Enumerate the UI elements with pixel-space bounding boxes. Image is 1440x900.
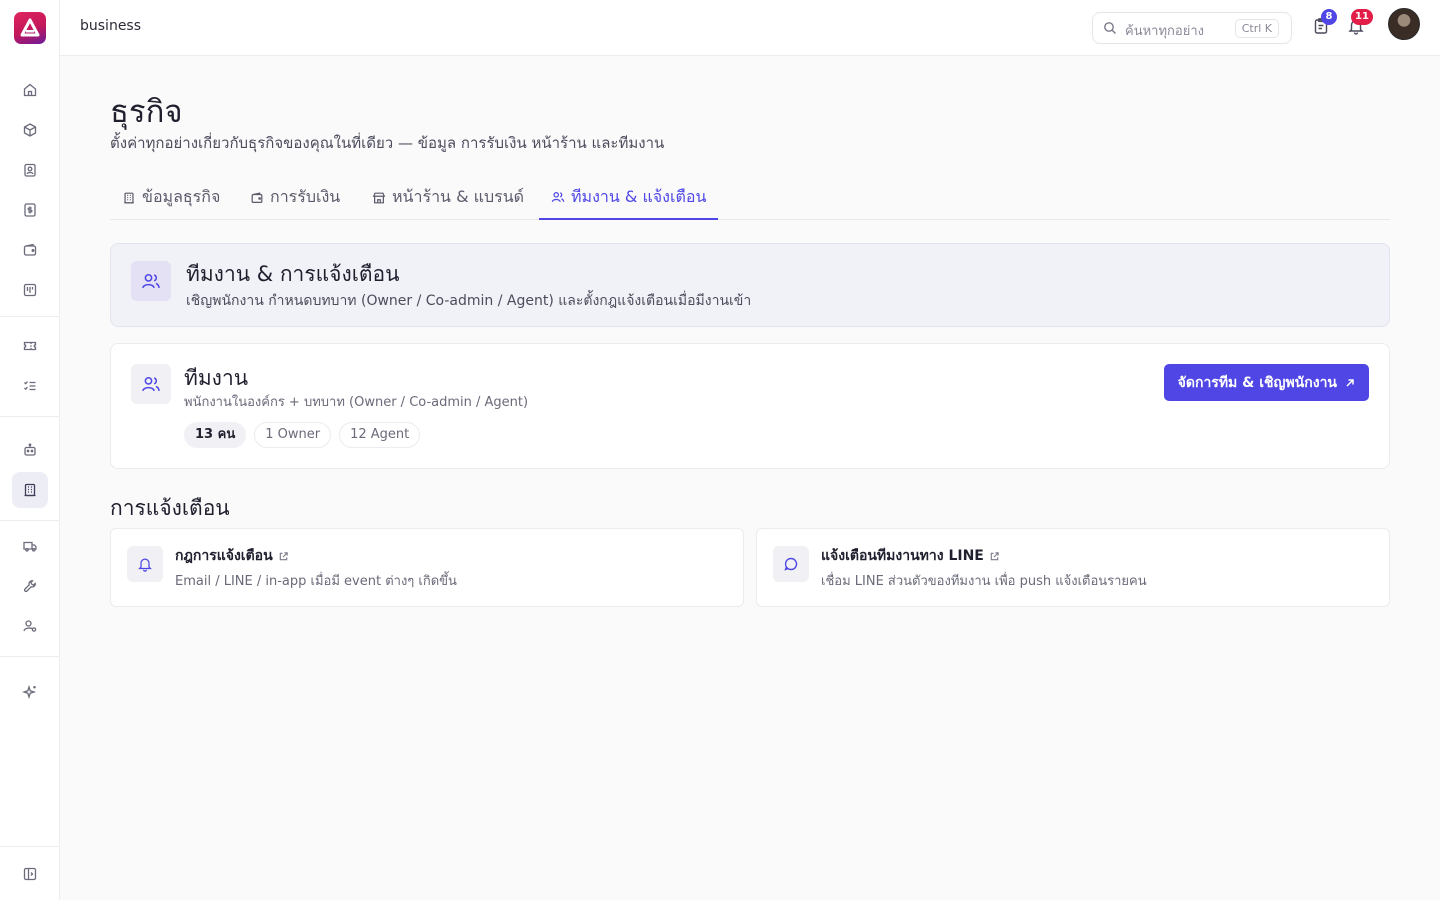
sparkles-icon: [22, 684, 37, 700]
hero-subtitle: เชิญพนักงาน กำหนดบทบาท (Owner / Co-admin…: [186, 293, 752, 309]
notification-rules-label: กฎการแจ้งเตือน: [175, 548, 273, 564]
hero-title: ทีมงาน & การแจ้งเตือน: [186, 262, 400, 286]
manage-team-button[interactable]: จัดการทีม & เชิญพนักงาน: [1163, 364, 1369, 401]
notification-rules-title: กฎการแจ้งเตือน: [175, 545, 289, 567]
collapse-sidebar-icon: [23, 867, 37, 881]
users-icon: [142, 377, 160, 392]
external-link-icon: [990, 551, 999, 560]
tab-payments[interactable]: การรับเงิน: [238, 176, 352, 219]
wallet-icon: [251, 191, 263, 203]
team-stats: 13 คน 1 Owner 12 Agent: [184, 422, 421, 448]
tab-label: ข้อมูลธุรกิจ: [142, 187, 221, 206]
sidebar-item-wallet[interactable]: [12, 232, 48, 268]
tasks-badge: 8: [1321, 9, 1337, 25]
app-logo[interactable]: [14, 12, 46, 44]
contact-icon: [24, 163, 36, 177]
chat-bubble-icon: [784, 557, 798, 571]
sidebar-item-tools[interactable]: [12, 568, 48, 604]
sidebar-item-home[interactable]: [12, 72, 48, 108]
page-subtitle: ตั้งค่าทุกอย่างเกี่ยวกับธุรกิจของคุณในที…: [110, 134, 665, 152]
box-icon: [23, 123, 37, 137]
sidebar-item-contacts[interactable]: [12, 152, 48, 188]
page-title: ธุรกิจ: [110, 94, 183, 130]
line-notify-card[interactable]: แจ้งเตือนทีมงานทาง LINE เชื่อม LINE ส่วน…: [756, 528, 1390, 607]
sidebar-item-products[interactable]: [12, 112, 48, 148]
tab-bar: ข้อมูลธุรกิจ การรับเงิน หน้าร้าน & แบรนด…: [110, 176, 1390, 220]
ticket-icon: [23, 341, 37, 351]
logo-icon: [20, 18, 40, 37]
team-card: ทีมงาน พนักงานในองค์กร + บทบาท (Owner / …: [110, 343, 1390, 469]
sidebar-item-board[interactable]: [12, 272, 48, 308]
line-icon-box: [773, 546, 809, 582]
sidebar-item-tickets[interactable]: [12, 328, 48, 364]
notifications-section-title: การแจ้งเตือน: [110, 496, 230, 520]
users-icon: [551, 192, 565, 203]
section-hero-banner: ทีมงาน & การแจ้งเตือน เชิญพนักงาน กำหนดบ…: [110, 243, 1390, 327]
search-shortcut: Ctrl K: [1234, 19, 1279, 38]
receipt-icon: [24, 203, 36, 217]
user-settings-icon: [23, 620, 37, 632]
team-icon-box: [131, 364, 171, 404]
tasks-button[interactable]: 8: [1312, 9, 1337, 37]
member-count-badge: 13 คน: [184, 422, 247, 448]
notifications-button[interactable]: 11: [1347, 9, 1373, 37]
line-notify-label: แจ้งเตือนทีมงานทาง LINE: [821, 548, 984, 564]
board-icon: [23, 283, 37, 297]
breadcrumb[interactable]: business: [80, 18, 141, 34]
arrow-up-right-icon: [1346, 378, 1354, 387]
sidebar-item-automation[interactable]: [12, 432, 48, 468]
agent-count-badge: 12 Agent: [339, 422, 421, 448]
owner-count-badge: 1 Owner: [254, 422, 332, 448]
truck-icon: [23, 541, 37, 552]
building-icon: [124, 192, 134, 203]
notifications-badge: 11: [1351, 9, 1373, 25]
bell-icon: [138, 558, 152, 572]
search-icon: [1104, 22, 1116, 34]
tab-business-info[interactable]: ข้อมูลธุรกิจ: [110, 176, 232, 219]
search-input[interactable]: ค้นหาทุกอย่าง Ctrl K: [1092, 12, 1292, 44]
rules-icon-box: [127, 546, 163, 582]
notification-rules-subtitle: Email / LINE / in-app เมื่อมี event ต่าง…: [175, 574, 457, 589]
store-icon: [372, 192, 386, 203]
tab-storefront[interactable]: หน้าร้าน & แบรนด์: [360, 176, 536, 219]
users-icon: [142, 274, 160, 289]
sidebar-item-tasks[interactable]: [12, 368, 48, 404]
sidebar-item-users[interactable]: [12, 608, 48, 644]
avatar[interactable]: [1388, 8, 1420, 40]
search-placeholder: ค้นหาทุกอย่าง: [1125, 24, 1204, 39]
tab-label: หน้าร้าน & แบรนด์: [392, 187, 525, 206]
wrench-icon: [23, 580, 36, 593]
wallet-icon: [23, 243, 37, 256]
external-link-icon: [279, 551, 288, 560]
tab-label: ทีมงาน & แจ้งเตือน: [571, 186, 707, 206]
hero-icon-box: [131, 261, 171, 301]
sidebar: [0, 0, 60, 900]
checklist-icon: [24, 381, 36, 391]
line-notify-subtitle: เชื่อม LINE ส่วนตัวของทีมงาน เพื่อ push …: [821, 574, 1147, 589]
bot-icon: [24, 443, 36, 456]
tab-label: การรับเงิน: [270, 187, 341, 206]
collapse-sidebar-button[interactable]: [12, 856, 48, 892]
notification-rules-card[interactable]: กฎการแจ้งเตือน Email / LINE / in-app เมื…: [110, 528, 744, 607]
sidebar-item-shipping[interactable]: [12, 528, 48, 564]
home-icon: [23, 83, 37, 97]
line-notify-title: แจ้งเตือนทีมงานทาง LINE: [821, 545, 1000, 567]
sidebar-item-invoices[interactable]: [12, 192, 48, 228]
building-icon: [24, 483, 36, 497]
manage-team-label: จัดการทีม & เชิญพนักงาน: [1177, 374, 1337, 391]
topbar: business ค้นหาทุกอย่าง Ctrl K 8 11: [60, 0, 1440, 56]
sidebar-item-ai[interactable]: [12, 674, 48, 710]
tab-team-notifications[interactable]: ทีมงาน & แจ้งเตือน: [539, 176, 719, 220]
team-subtitle: พนักงานในองค์กร + บทบาท (Owner / Co-admi…: [184, 395, 529, 410]
sidebar-item-business[interactable]: [12, 472, 48, 508]
